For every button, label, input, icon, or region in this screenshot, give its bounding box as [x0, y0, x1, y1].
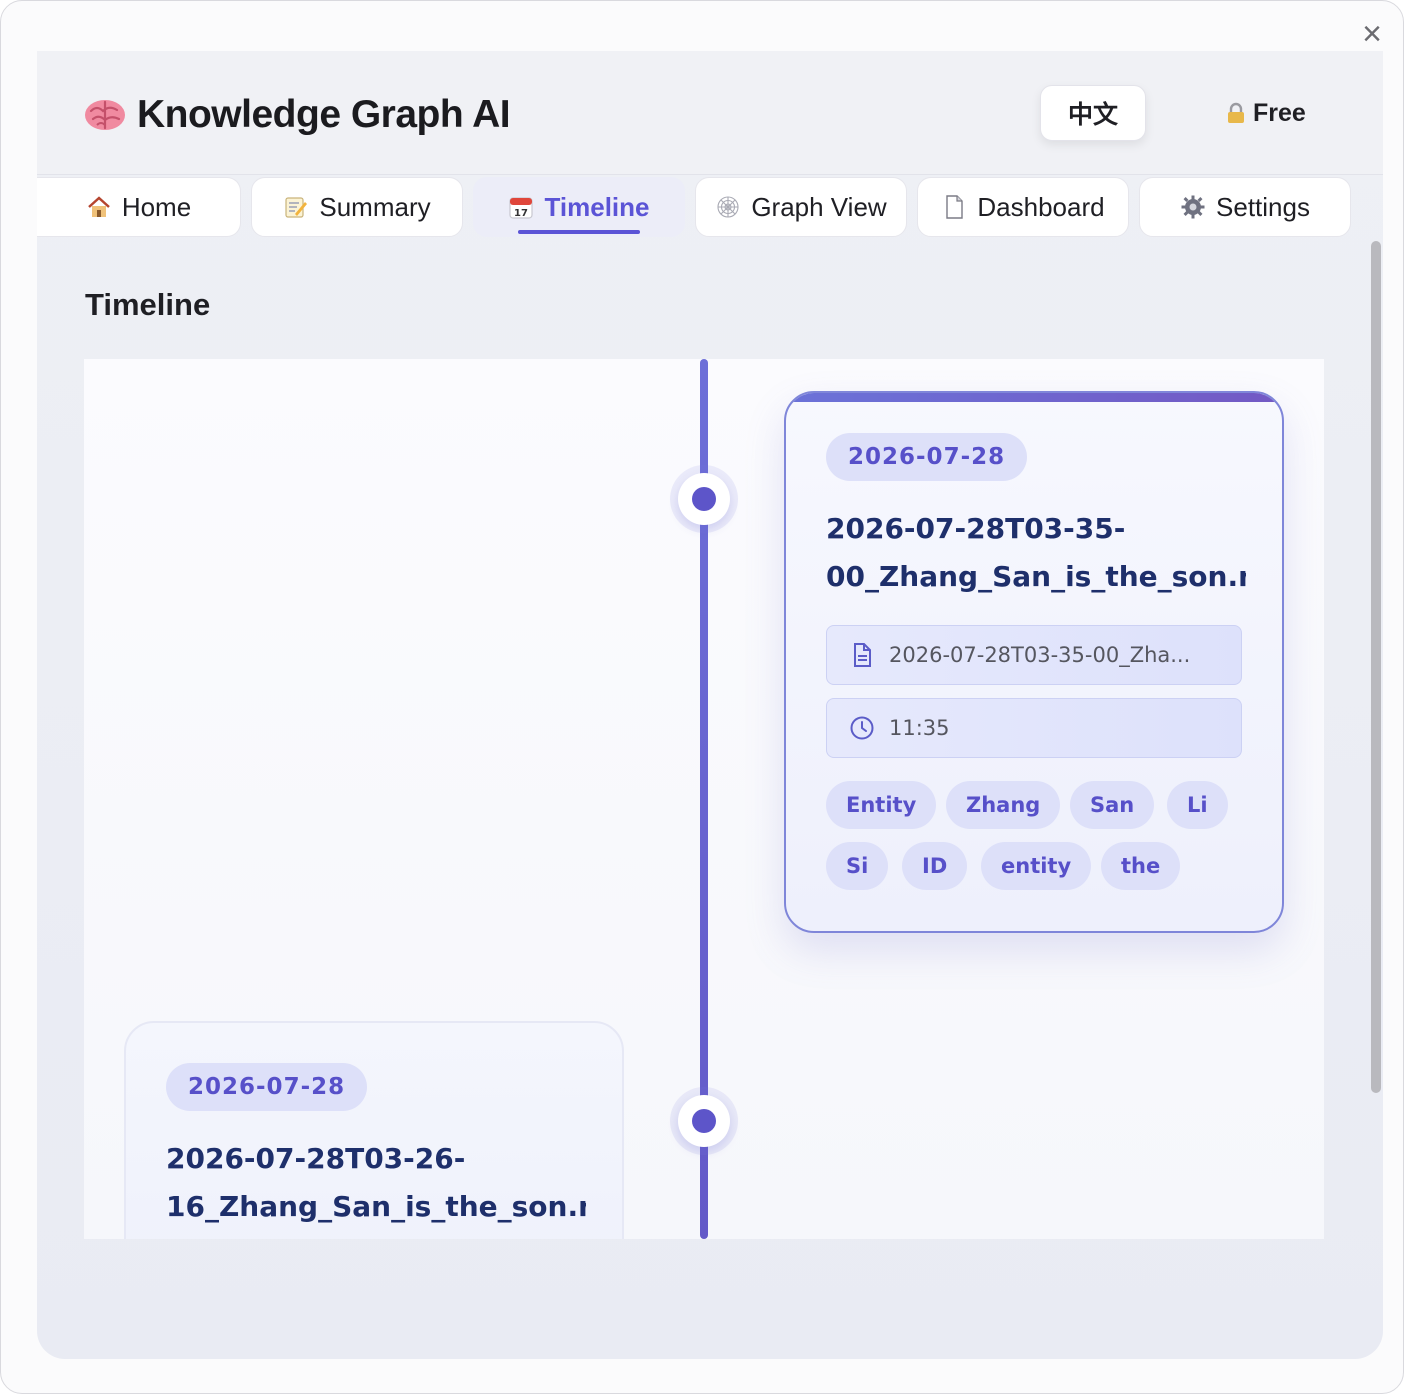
- tab-home[interactable]: Home: [37, 177, 241, 237]
- tab-graph-view-label: Graph View: [751, 191, 887, 222]
- tab-timeline[interactable]: 17 Timeline: [473, 177, 685, 237]
- timeline-area: 2026-07-28 2026-07-28T03-35- 00_Zhang_Sa…: [84, 359, 1324, 1239]
- card-accent-bar: [786, 393, 1282, 402]
- section-title: Timeline: [85, 287, 211, 322]
- time-row: 11:35: [826, 698, 1242, 758]
- tab-settings-label: Settings: [1216, 191, 1310, 222]
- tag-chip[interactable]: Zhang: [946, 781, 1061, 829]
- card-title-line: 2026-07-28T03-35-: [826, 512, 1126, 545]
- date-badge: 2026-07-28: [166, 1063, 368, 1111]
- vertical-scrollbar[interactable]: [1371, 241, 1381, 1093]
- tab-graph-view[interactable]: Graph View: [695, 177, 907, 237]
- tag-chip[interactable]: the: [1101, 842, 1181, 890]
- tab-timeline-label: Timeline: [544, 191, 650, 222]
- tab-home-label: Home: [121, 191, 192, 222]
- language-toggle-button[interactable]: 中文: [1040, 85, 1146, 141]
- brand: Knowledge Graph AI: [83, 91, 511, 139]
- tab-dashboard-label: Dashboard: [977, 191, 1105, 222]
- card-title: 2026-07-28T03-26- 16_Zhang_San_is_the_so…: [166, 1135, 586, 1231]
- tab-summary-label: Summary: [319, 191, 431, 222]
- card-title-line: 2026-07-28T03-26-: [166, 1142, 466, 1175]
- tab-dashboard[interactable]: Dashboard: [917, 177, 1129, 237]
- plan-label: Free: [1253, 98, 1306, 127]
- tag-chip[interactable]: Si: [826, 842, 889, 890]
- brain-icon: [85, 100, 125, 130]
- calendar-icon: 17: [509, 197, 534, 219]
- lock-icon: [1228, 102, 1244, 123]
- tag-chip[interactable]: entity: [981, 842, 1092, 890]
- tag-chip[interactable]: ID: [902, 842, 968, 890]
- card-title-line: 00_Zhang_San_is_the_son.m: [826, 560, 1246, 593]
- house-icon: [87, 196, 110, 217]
- tab-bar: Home Summary 17 Timeline Graph View Dash…: [37, 177, 1383, 237]
- close-icon[interactable]: ×: [1355, 17, 1389, 51]
- file-name: 2026-07-28T03-35-00_Zha...: [889, 643, 1191, 667]
- app-window: × Knowledge Graph AI 中文 Free Home Summar…: [0, 0, 1404, 1394]
- time-value: 11:35: [889, 716, 950, 740]
- main-panel: Knowledge Graph AI 中文 Free Home Summary …: [37, 51, 1383, 1359]
- clock-icon: [850, 716, 874, 740]
- file-icon: [854, 643, 871, 667]
- tag-chip[interactable]: Li: [1167, 781, 1228, 829]
- app-header: Knowledge Graph AI 中文 Free: [37, 51, 1383, 175]
- web-icon: [717, 196, 739, 218]
- plan-badge[interactable]: Free: [1227, 93, 1306, 133]
- active-tab-indicator: [518, 230, 640, 234]
- gear-icon: [1181, 195, 1205, 219]
- svg-text:17: 17: [515, 208, 529, 219]
- tab-settings[interactable]: Settings: [1139, 177, 1351, 237]
- document-icon: [946, 195, 964, 219]
- app-title: Knowledge Graph AI: [137, 93, 511, 136]
- memo-icon: [285, 197, 308, 218]
- timeline-dot[interactable]: [678, 1095, 730, 1147]
- tag-chip[interactable]: San: [1070, 781, 1155, 829]
- date-badge: 2026-07-28: [826, 433, 1028, 481]
- card-title-line: 16_Zhang_San_is_the_son.m: [166, 1190, 586, 1223]
- card-title: 2026-07-28T03-35- 00_Zhang_San_is_the_so…: [826, 505, 1246, 601]
- tab-summary[interactable]: Summary: [251, 177, 463, 237]
- file-row[interactable]: 2026-07-28T03-35-00_Zha...: [826, 625, 1242, 685]
- tag-chip[interactable]: Entity: [826, 781, 937, 829]
- timeline-card[interactable]: 2026-07-28 2026-07-28T03-26- 16_Zhang_Sa…: [124, 1021, 624, 1239]
- timeline-card[interactable]: 2026-07-28 2026-07-28T03-35- 00_Zhang_Sa…: [784, 391, 1284, 933]
- timeline-dot[interactable]: [678, 473, 730, 525]
